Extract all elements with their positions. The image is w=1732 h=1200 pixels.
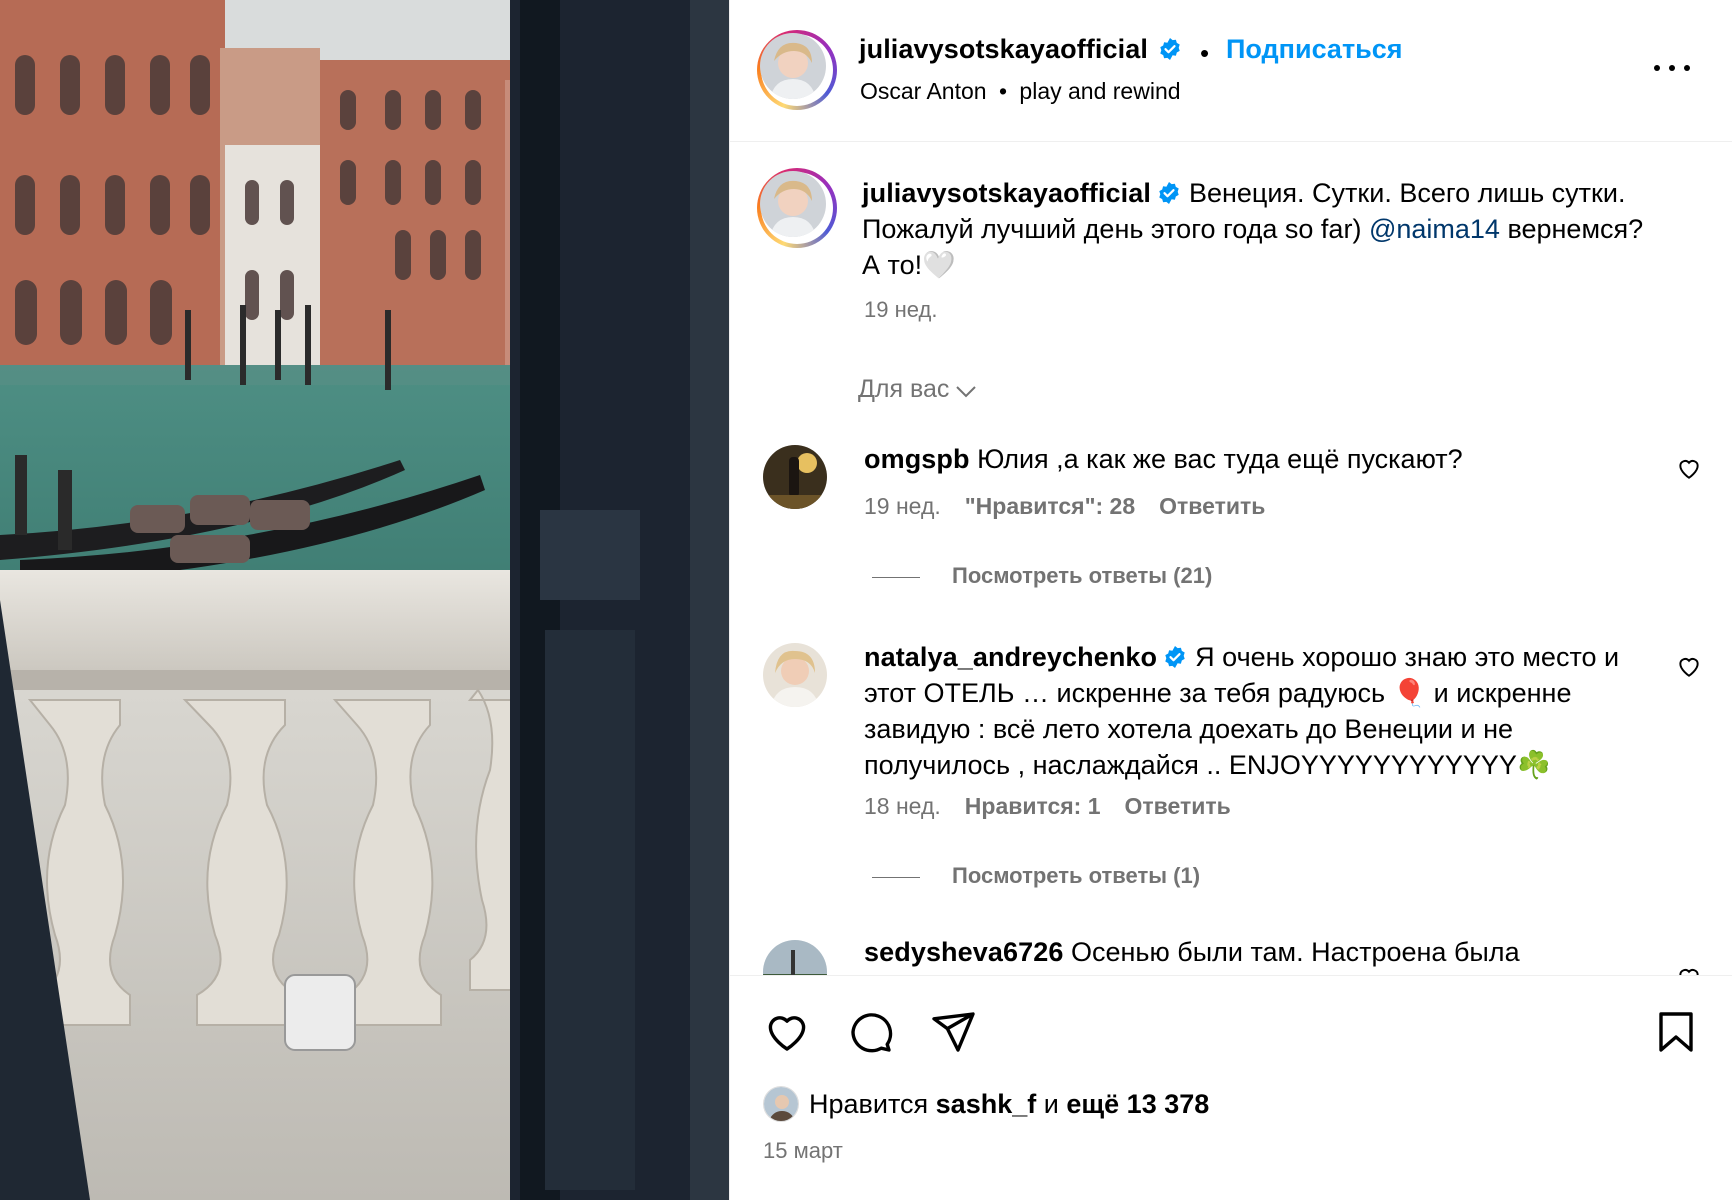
caption-avatar-photo (760, 171, 826, 237)
post-details-panel: juliavysotskayaofficial • Подписаться Os… (729, 0, 1732, 1200)
verified-badge-icon (1160, 38, 1181, 60)
comment-like-heart-icon[interactable] (1676, 653, 1702, 679)
author-avatar-photo (760, 33, 826, 99)
heart-icon[interactable] (763, 1008, 811, 1056)
comment-icon[interactable] (846, 1008, 894, 1056)
comment-time[interactable]: 19 нед. (864, 493, 941, 519)
more-options-icon[interactable] (1654, 58, 1690, 78)
bookmark-icon[interactable] (1652, 1008, 1700, 1056)
caption-username[interactable]: juliavysotskayaofficial (862, 178, 1151, 208)
commenter-avatar[interactable] (763, 940, 827, 975)
follow-button[interactable]: Подписаться (1226, 34, 1403, 65)
post-caption: juliavysotskayaofficial Венеция. Сутки. … (862, 175, 1662, 283)
comments-list[interactable]: juliavysotskayaofficial Венеция. Сутки. … (730, 143, 1732, 975)
audio-artist[interactable]: Oscar Anton (860, 78, 987, 104)
post-date[interactable]: 15 март (763, 1138, 843, 1164)
header-separator: • (1200, 38, 1210, 68)
audio-track[interactable]: play and rewind (1019, 78, 1180, 104)
comment-meta: 19 нед. "Нравится": 28 Ответить (864, 493, 1265, 520)
comment-likes[interactable]: "Нравится": 28 (965, 493, 1135, 519)
comment-like-heart-icon[interactable] (1676, 964, 1702, 975)
reply-button[interactable]: Ответить (1159, 493, 1265, 519)
view-replies-button[interactable]: Посмотреть ответы (21) (872, 563, 1212, 589)
likes-count[interactable]: ещё 13 378 (1066, 1089, 1209, 1119)
comment-time[interactable]: 18 нед. (864, 793, 941, 819)
liker-avatar (763, 1086, 799, 1122)
commenter-username[interactable]: omgspb (864, 444, 970, 474)
caption-author-avatar[interactable] (757, 168, 837, 248)
paper-plane-icon[interactable] (929, 1008, 977, 1056)
comment-text: natalya_andreychenko Я очень хорошо знаю… (864, 642, 1620, 780)
filter-label: Для вас (858, 375, 950, 403)
comment-meta: 18 нед. Нравится: 1 Ответить (864, 793, 1231, 820)
audio-separator: • (998, 78, 1008, 104)
verified-badge-icon (1159, 182, 1179, 204)
caption-timestamp[interactable]: 19 нед. (864, 297, 937, 323)
post-media[interactable] (0, 0, 729, 1200)
audio-info[interactable]: Oscar Anton • play and rewind (860, 78, 1181, 105)
view-replies-button[interactable]: Посмотреть ответы (1) (872, 863, 1200, 889)
post-header: juliavysotskayaofficial • Подписаться Os… (730, 0, 1732, 142)
author-avatar[interactable] (757, 30, 837, 110)
post-actions: Нравится sashk_f и ещё 13 378 15 март (730, 975, 1732, 1200)
likes-summary[interactable]: Нравится sashk_f и ещё 13 378 (763, 1086, 1209, 1122)
caption-mention[interactable]: @naima14 (1369, 214, 1500, 244)
venice-canal-photo (0, 0, 729, 1200)
comment-like-heart-icon[interactable] (1676, 455, 1702, 481)
chevron-down-icon (956, 386, 977, 398)
verified-badge-icon (1165, 646, 1185, 668)
commenter-avatar[interactable] (763, 445, 827, 509)
commenter-username[interactable]: natalya_andreychenko (864, 642, 1157, 672)
reply-button[interactable]: Ответить (1125, 793, 1231, 819)
liker-username[interactable]: sashk_f (936, 1089, 1037, 1119)
commenter-avatar[interactable] (763, 643, 827, 707)
comment-likes[interactable]: Нравится: 1 (965, 793, 1101, 819)
commenter-username[interactable]: sedysheva6726 (864, 937, 1063, 967)
author-username[interactable]: juliavysotskayaofficial (859, 34, 1182, 65)
comment-text: sedysheva6726 Осенью были там. Настроена… (864, 937, 1520, 967)
comment-text: omgspb Юлия ,а как же вас туда ещё пуска… (864, 444, 1463, 474)
comments-filter-dropdown[interactable]: Для вас (858, 375, 977, 404)
